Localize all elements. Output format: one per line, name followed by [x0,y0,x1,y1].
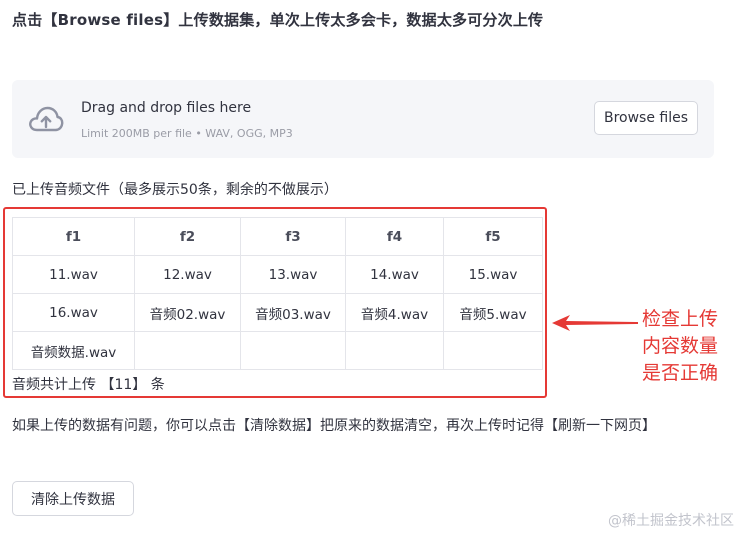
table-cell[interactable]: 13.wav [240,255,346,294]
table-cell[interactable]: 音频02.wav [134,293,241,332]
table-cell[interactable]: 16.wav [12,293,135,332]
annotation-text: 检查上传 内容数量 是否正确 [642,306,718,387]
dropzone-title: Drag and drop files here [81,100,252,116]
notice-text: 如果上传的数据有问题，你可以点击【清除数据】把原来的数据清空，再次上传时记得【刷… [12,418,656,434]
table-cell[interactable]: 15.wav [443,255,543,294]
file-dropzone[interactable]: Drag and drop files here Limit 200MB per… [12,80,714,158]
cloud-upload-icon [29,106,64,132]
browse-files-button[interactable]: Browse files [594,101,698,135]
table-row: 16.wav 音频02.wav 音频03.wav 音频4.wav 音频5.wav [12,293,543,332]
table-cell[interactable]: 音频5.wav [443,293,543,332]
table-cell[interactable]: 音频4.wav [345,293,444,332]
table-cell[interactable]: 12.wav [134,255,241,294]
page-heading: 点击【Browse files】上传数据集，单次上传太多会卡，数据太多可分次上传 [12,11,544,29]
table-cell[interactable] [240,331,346,370]
table-cell[interactable]: 音频数据.wav [12,331,135,370]
table-cell[interactable] [443,331,543,370]
column-header[interactable]: f4 [345,217,444,256]
watermark: @稀土掘金技术社区 [608,513,734,529]
upload-count-text: 音频共计上传 【11】 条 [12,377,165,393]
column-header[interactable]: f3 [240,217,346,256]
table-cell[interactable]: 14.wav [345,255,444,294]
file-list-caption: 已上传音频文件（最多展示50条，剩余的不做展示） [12,182,338,198]
table-cell[interactable] [134,331,241,370]
table-cell[interactable]: 11.wav [12,255,135,294]
column-header[interactable]: f1 [12,217,135,256]
annotation-line: 是否正确 [642,362,719,384]
table-row: 11.wav 12.wav 13.wav 14.wav 15.wav [12,255,543,294]
clear-data-button[interactable]: 清除上传数据 [12,481,134,516]
table-row: 音频数据.wav [12,331,543,370]
uploaded-files-table: f1 f2 f3 f4 f5 11.wav 12.wav 13.wav 14.w… [12,217,543,370]
column-header[interactable]: f5 [443,217,543,256]
arrow-left-icon [552,315,638,331]
table-header-row: f1 f2 f3 f4 f5 [12,217,543,256]
dropzone-limit-text: Limit 200MB per file • WAV, OGG, MP3 [81,127,293,140]
annotation-line: 检查上传 [642,308,719,330]
table-cell[interactable] [345,331,444,370]
annotation-line: 内容数量 [642,335,719,357]
table-cell[interactable]: 音频03.wav [240,293,346,332]
column-header[interactable]: f2 [134,217,241,256]
